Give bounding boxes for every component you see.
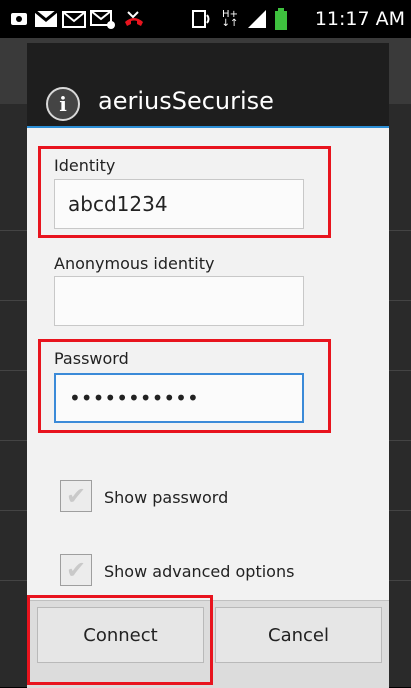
info-icon: i: [46, 87, 80, 121]
header-divider: [27, 126, 389, 128]
screenshot-icon: [8, 8, 30, 30]
missed-call-icon: [122, 8, 146, 30]
signal-icon: [246, 8, 268, 30]
email-attachment-icon: [90, 8, 116, 30]
password-highlight: [38, 339, 331, 433]
nfc-icon: [190, 8, 212, 30]
cancel-button[interactable]: Cancel: [215, 607, 382, 663]
connect-highlight: [27, 595, 213, 685]
show-password-checkbox[interactable]: ✔: [60, 480, 92, 512]
dialog-header: i aeriusSecurise: [27, 43, 389, 128]
status-bar: H+ ↓↑ 11:17 AM: [0, 0, 411, 38]
show-password-label[interactable]: Show password: [104, 488, 228, 507]
battery-icon: [274, 8, 288, 30]
email-icon: [62, 8, 86, 30]
network-hplus-icon: H+ ↓↑: [221, 9, 239, 29]
show-advanced-checkbox[interactable]: ✔: [60, 554, 92, 586]
anonymous-identity-field[interactable]: [54, 276, 304, 326]
dialog-title: aeriusSecurise: [98, 87, 274, 115]
identity-highlight: [38, 146, 331, 238]
gmail-icon: [34, 8, 58, 30]
show-advanced-label[interactable]: Show advanced options: [104, 562, 294, 581]
anonymous-identity-label: Anonymous identity: [54, 254, 215, 273]
status-time: 11:17 AM: [314, 8, 405, 30]
